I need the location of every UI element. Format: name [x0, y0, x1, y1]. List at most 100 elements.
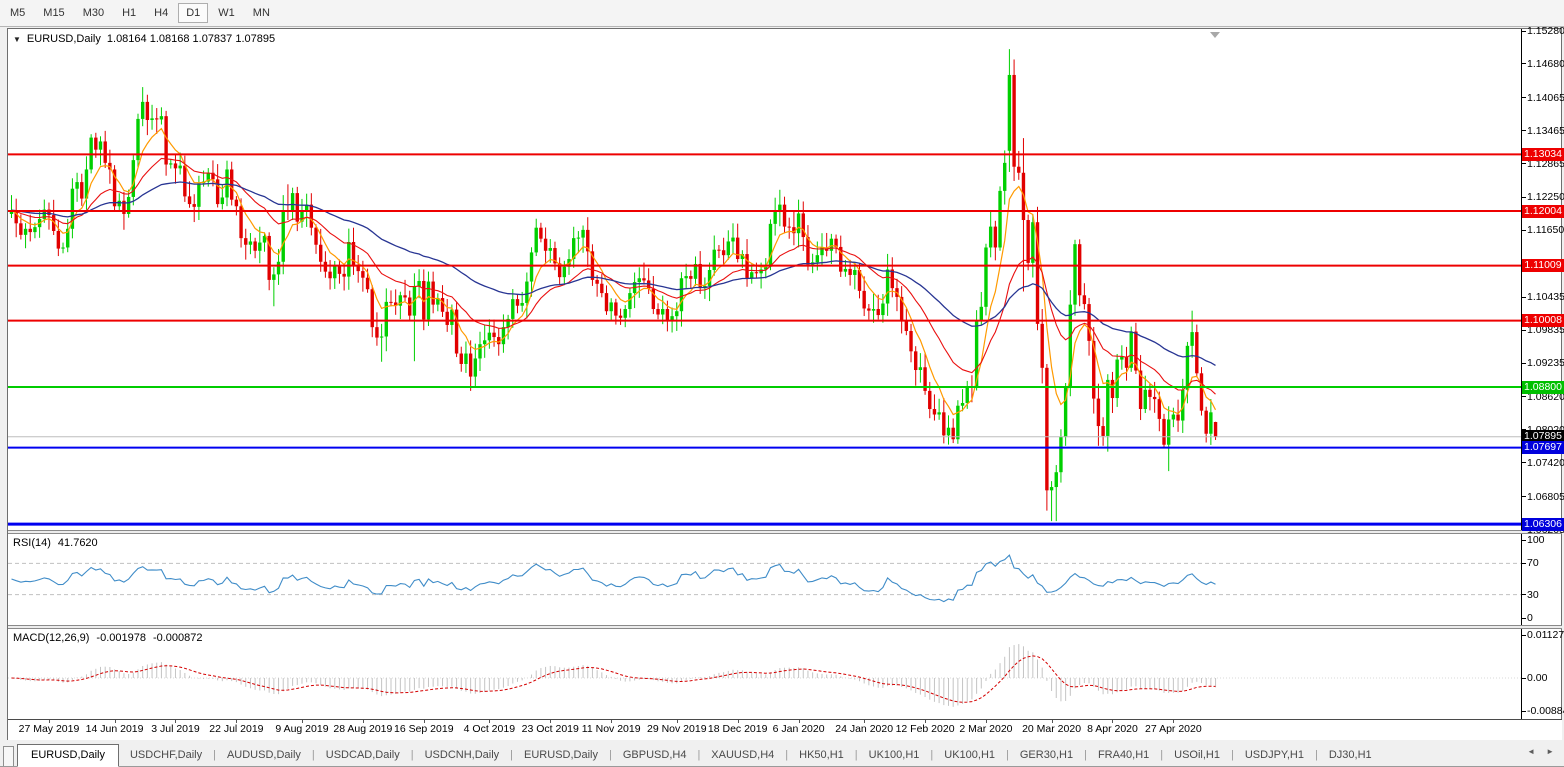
chart-tab-bar: EURUSD,Daily USDCHF,Daily | AUDUSD,Daily | US… — [0, 740, 1564, 767]
chart-tab-audusd-daily[interactable]: AUDUSD,Daily — [216, 745, 312, 766]
date-label: 8 Apr 2020 — [1087, 723, 1138, 735]
chart-tab-dj30-h1[interactable]: DJ30,H1 — [1318, 745, 1383, 766]
macd-tick-label: 0.011277 — [1527, 629, 1564, 642]
rsi-panel[interactable] — [8, 534, 1521, 625]
chart-shift-marker-icon[interactable] — [1210, 32, 1220, 38]
price-badge-1.06306: 1.06306 — [1522, 517, 1564, 531]
rsi-value: 41.7620 — [57, 537, 98, 549]
macd-signal-value: -0.000872 — [152, 632, 203, 644]
date-label: 27 Apr 2020 — [1145, 723, 1202, 735]
timeframe-toolbar: M5 M15 M30 H1 H4 D1 W1 MN — [0, 0, 1564, 27]
price-tick-mark — [1521, 362, 1526, 364]
rsi-indicator-label: RSI(14) 41.7620 — [13, 537, 98, 549]
chart-tab-fra40-h1[interactable]: FRA40,H1 — [1087, 745, 1160, 766]
chart-title-ohlc: 1.08164 1.08168 1.07837 1.07895 — [106, 33, 276, 45]
date-label: 28 Aug 2019 — [333, 723, 393, 735]
date-label: 18 Dec 2019 — [707, 723, 768, 735]
date-label: 27 May 2019 — [18, 723, 80, 735]
macd-indicator-label: MACD(12,26,9) -0.001978 -0.000872 — [13, 632, 203, 644]
mid-ma — [11, 157, 1216, 395]
date-label: 2 Mar 2020 — [959, 723, 1013, 735]
date-label: 20 Mar 2020 — [1022, 723, 1082, 735]
price-tick-mark — [1521, 30, 1526, 32]
timeframe-button-mn[interactable]: MN — [245, 3, 278, 23]
rsi-name: RSI(14) — [13, 537, 51, 549]
chart-title-symbol: EURUSD,Daily — [26, 33, 101, 45]
tab-scroll-right-icon[interactable]: ► — [1546, 747, 1554, 756]
chart-tab-uk100-h1[interactable]: UK100,H1 — [933, 745, 1006, 766]
timeframe-button-m30[interactable]: M30 — [75, 3, 112, 23]
chart-tab-usdjpy-h1[interactable]: USDJPY,H1 — [1234, 745, 1315, 766]
tab-stub[interactable] — [3, 746, 14, 766]
date-label: 24 Jan 2020 — [835, 723, 894, 735]
date-label: 3 Jul 2019 — [151, 723, 200, 735]
macd-panel[interactable] — [8, 629, 1521, 719]
timeframe-button-m5[interactable]: M5 — [2, 3, 33, 23]
price-tick-mark — [1521, 163, 1526, 165]
price-tick-label: 1.13465 — [1527, 124, 1564, 137]
date-label: 9 Aug 2019 — [275, 723, 329, 735]
date-label: 29 Nov 2019 — [646, 723, 707, 735]
price-tick-mark — [1521, 229, 1526, 231]
chart-title: ▼ EURUSD,Daily 1.08164 1.08168 1.07837 1… — [13, 33, 275, 45]
timeframe-button-m15[interactable]: M15 — [35, 3, 72, 23]
price-tick-mark — [1521, 97, 1526, 99]
date-label: 11 Nov 2019 — [581, 723, 641, 735]
price-badge-1.12004: 1.12004 — [1522, 204, 1564, 218]
macd-tick-mark — [1521, 677, 1526, 679]
price-tick-mark — [1521, 296, 1526, 298]
chart-tab-eurusd-daily[interactable]: EURUSD,Daily — [513, 745, 609, 766]
rsi-tick-mark — [1521, 562, 1526, 564]
chart-tab-ger30-h1[interactable]: GER30,H1 — [1009, 745, 1084, 766]
price-badge-1.13034: 1.13034 — [1522, 147, 1564, 161]
timeframe-button-h4[interactable]: H4 — [146, 3, 176, 23]
rsi-tick-mark — [1521, 539, 1526, 541]
price-tick-label: 1.10435 — [1527, 291, 1564, 304]
macd-tick-mark — [1521, 634, 1526, 636]
date-label: 12 Feb 2020 — [895, 723, 955, 735]
tab-scroll-left-icon[interactable]: ◄ — [1527, 747, 1535, 756]
price-tick-mark — [1521, 196, 1526, 198]
chart-tab-uk100-h1[interactable]: UK100,H1 — [858, 745, 931, 766]
macd-tick-mark — [1521, 710, 1526, 712]
price-tick-mark — [1521, 396, 1526, 398]
price-tick-mark — [1521, 462, 1526, 464]
chart-tab-xauusd-h4[interactable]: XAUUSD,H4 — [700, 745, 785, 766]
price-badge-1.11009: 1.11009 — [1522, 259, 1564, 273]
chart-tab-usdcad-daily[interactable]: USDCAD,Daily — [315, 745, 411, 766]
rsi-tick-label: 30 — [1527, 588, 1539, 601]
chart-tab-usdchf-daily[interactable]: USDCHF,Daily — [119, 745, 213, 766]
price-tick-label: 1.15280 — [1527, 25, 1564, 37]
macd-main-value: -0.001978 — [96, 632, 146, 644]
date-label: 14 Jun 2019 — [85, 723, 144, 735]
macd-tick-label: 0.00 — [1527, 672, 1548, 684]
timeframe-button-w1[interactable]: W1 — [210, 3, 243, 23]
date-label: 16 Sep 2019 — [393, 723, 454, 735]
rsi-tick-mark — [1521, 594, 1526, 596]
price-badge-1.07697: 1.07697 — [1522, 441, 1564, 455]
date-label: 6 Jan 2020 — [772, 723, 825, 735]
timeframe-button-d1[interactable]: D1 — [178, 3, 209, 23]
price-tick-mark — [1521, 63, 1526, 65]
rsi-tick-mark — [1521, 617, 1526, 619]
chart-tab-usdcnh-daily[interactable]: USDCNH,Daily — [414, 745, 511, 766]
price-tick-mark — [1521, 329, 1526, 331]
macd-histogram — [15, 644, 1217, 707]
rsi-tick-label: 0 — [1527, 612, 1533, 624]
main-price-chart[interactable] — [8, 30, 1521, 530]
price-tick-label: 1.09235 — [1527, 357, 1564, 370]
price-tick-label: 1.14680 — [1527, 57, 1564, 70]
chart-tab-eurusd-daily[interactable]: EURUSD,Daily — [17, 744, 119, 767]
date-axis[interactable]: 27 May 2019 14 Jun 2019 3 Jul 2019 22 Jul 2… — [8, 719, 1562, 741]
chart-tab-gbpusd-h4[interactable]: GBPUSD,H4 — [612, 745, 698, 766]
timeframe-button-h1[interactable]: H1 — [114, 3, 144, 23]
price-tick-mark — [1521, 496, 1526, 498]
rsi-tick-label: 100 — [1527, 534, 1545, 546]
price-axis-line — [1521, 29, 1522, 719]
fast-ma — [11, 127, 1217, 416]
chart-tab-usoil-h1[interactable]: USOil,H1 — [1163, 745, 1231, 766]
price-tick-label: 1.14065 — [1527, 91, 1564, 104]
price-badge-1.10008: 1.10008 — [1522, 314, 1564, 328]
chevron-down-icon[interactable]: ▼ — [13, 35, 21, 44]
chart-tab-hk50-h1[interactable]: HK50,H1 — [788, 745, 855, 766]
